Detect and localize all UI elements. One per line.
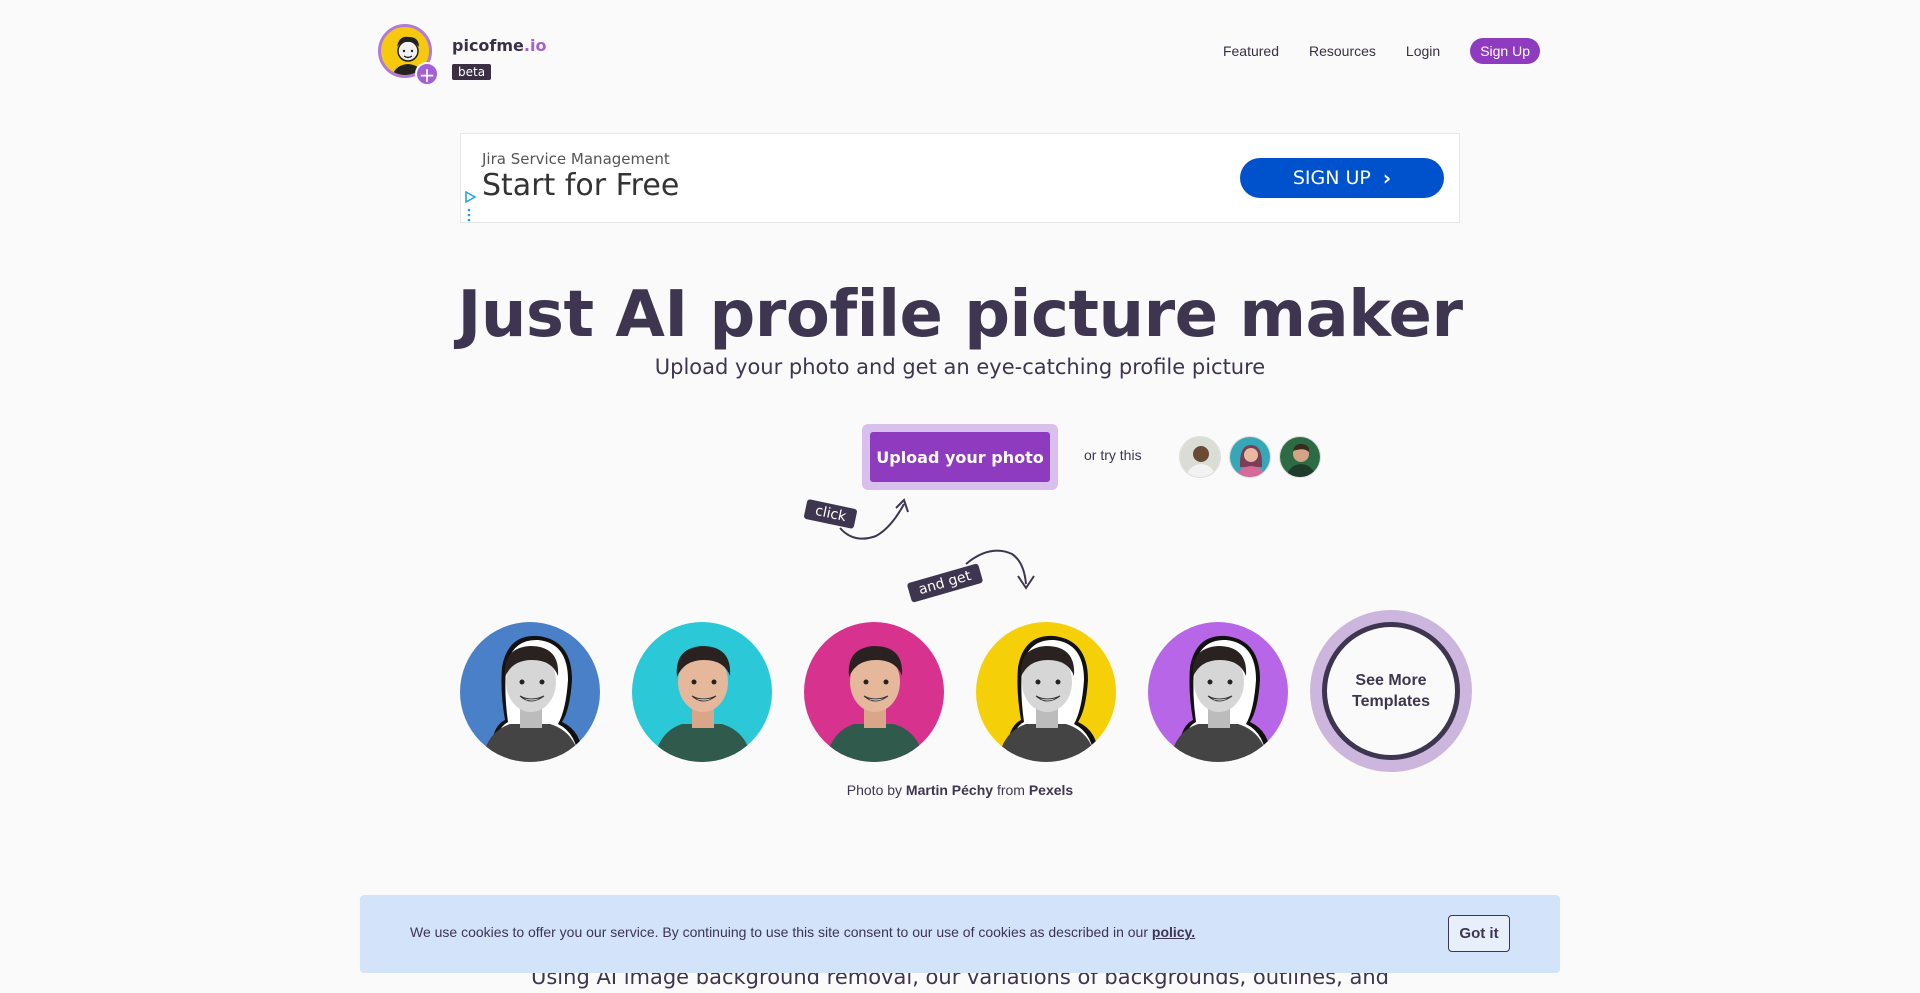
chevron-right-icon: › bbox=[1382, 166, 1392, 190]
beta-badge: beta bbox=[452, 64, 492, 80]
portrait-icon bbox=[1148, 622, 1288, 762]
site-header: + picofme.io beta Featured Resources Log… bbox=[378, 22, 1540, 92]
cookie-accept-button[interactable]: Got it bbox=[1448, 915, 1510, 952]
template-avatar-2[interactable] bbox=[632, 622, 772, 762]
curved-arrow-up-icon bbox=[839, 498, 909, 540]
nav-login[interactable]: Login bbox=[1406, 43, 1440, 59]
template-avatar-3[interactable] bbox=[804, 622, 944, 762]
ad-signup-button[interactable]: SIGN UP › bbox=[1240, 158, 1444, 198]
portrait-icon bbox=[632, 622, 772, 762]
logo[interactable]: + bbox=[378, 24, 439, 86]
photo-credit: Photo by Martin Péchy from Pexels bbox=[846, 782, 1074, 798]
portrait-icon bbox=[976, 622, 1116, 762]
nav-resources[interactable]: Resources bbox=[1309, 43, 1376, 59]
template-avatar-1[interactable] bbox=[460, 622, 600, 762]
template-avatar-4[interactable] bbox=[976, 622, 1116, 762]
curved-arrow-down-icon bbox=[965, 549, 1035, 590]
template-avatar-5[interactable] bbox=[1148, 622, 1288, 762]
see-more-templates-button[interactable]: See More Templates bbox=[1310, 610, 1472, 772]
nav-featured[interactable]: Featured bbox=[1223, 43, 1279, 59]
upload-button-wrapper: Upload your photo bbox=[862, 424, 1058, 490]
ad-signup-label: SIGN UP bbox=[1292, 167, 1371, 189]
ad-choices-icon[interactable] bbox=[464, 191, 476, 203]
sample-photo-3[interactable] bbox=[1279, 436, 1321, 478]
try-this-label: or try this bbox=[1084, 447, 1142, 463]
ad-menu-icon[interactable] bbox=[467, 208, 471, 222]
credit-author-link[interactable]: Martin Péchy bbox=[906, 782, 993, 798]
page-title: Just AI profile picture maker bbox=[457, 278, 1464, 352]
portrait-icon bbox=[804, 622, 944, 762]
cookie-banner: We use cookies to offer you our service.… bbox=[360, 895, 1560, 973]
main-nav: Featured Resources Login Sign Up bbox=[1223, 38, 1540, 64]
template-gallery: See More Templates bbox=[0, 610, 1920, 775]
portrait-icon bbox=[460, 622, 600, 762]
cookie-text: We use cookies to offer you our service.… bbox=[410, 924, 1196, 940]
sample-photo-1[interactable] bbox=[1179, 436, 1221, 478]
see-more-label: See More Templates bbox=[1322, 622, 1460, 760]
plus-icon: + bbox=[415, 62, 439, 86]
nav-signup-button[interactable]: Sign Up bbox=[1470, 38, 1540, 64]
credit-source-link[interactable]: Pexels bbox=[1029, 782, 1073, 798]
sample-photo-2[interactable] bbox=[1229, 436, 1271, 478]
advertisement-banner[interactable]: Jira Service Management Start for Free S… bbox=[460, 133, 1460, 223]
upload-photo-button[interactable]: Upload your photo bbox=[870, 432, 1050, 482]
brand-name[interactable]: picofme.io bbox=[452, 36, 546, 55]
ad-title: Start for Free bbox=[482, 168, 680, 203]
page-subtitle: Upload your photo and get an eye-catchin… bbox=[654, 355, 1266, 379]
ad-subtitle: Jira Service Management bbox=[482, 150, 670, 168]
cookie-policy-link[interactable]: policy. bbox=[1152, 924, 1195, 940]
